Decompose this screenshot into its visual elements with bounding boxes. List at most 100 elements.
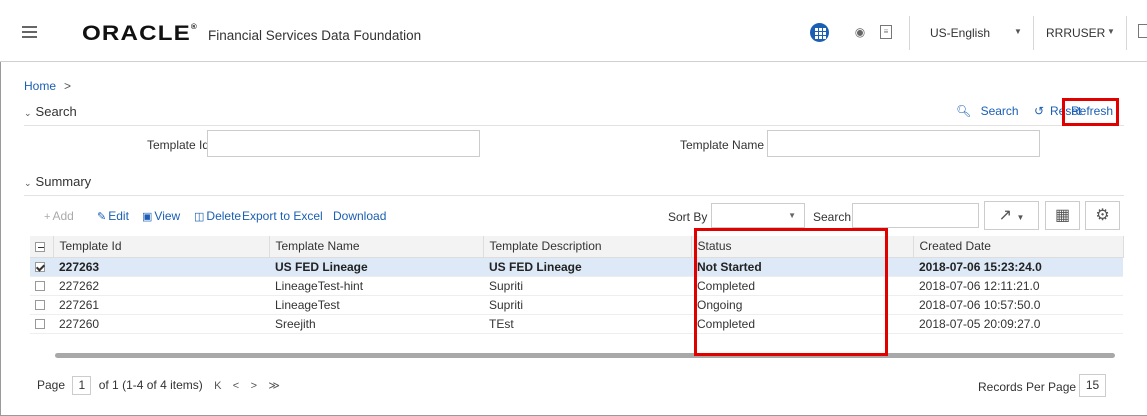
edit-button[interactable]: ✎ Edit <box>97 209 129 223</box>
row-checkbox-cell[interactable] <box>30 257 53 277</box>
view-icon: ▣ <box>142 211 153 223</box>
row-checkbox-cell[interactable] <box>30 314 53 334</box>
column-header[interactable]: Created Date <box>913 236 1124 258</box>
export-to-excel-button[interactable]: Export to Excel <box>242 209 323 223</box>
search-link[interactable]: 🔍︎ Search <box>956 104 1025 118</box>
reset-icon: ↺ <box>1033 104 1045 118</box>
export-menu-button[interactable]: ↗ ▼ <box>984 201 1039 230</box>
row-checkbox[interactable] <box>35 281 45 292</box>
template-grid: Template Id Template Name Template Descr… <box>30 236 1124 334</box>
chevron-down-icon: ▼ <box>1016 213 1025 222</box>
row-checkbox-cell[interactable] <box>30 295 53 315</box>
template-description-cell: US FED Lineage <box>483 257 691 277</box>
page-info: of 1 (1-4 of 4 items) <box>98 378 203 392</box>
row-checkbox-cell[interactable] <box>30 276 53 296</box>
template-name-cell: LineageTest-hint <box>269 276 483 296</box>
breadcrumb: Home > <box>24 79 71 93</box>
chevron-down-icon[interactable]: ▼ <box>1107 27 1115 36</box>
table-row[interactable]: 227261 LineageTest Supriti Ongoing 2018-… <box>30 295 1123 315</box>
user-menu[interactable]: RRRUSER <box>1046 26 1105 40</box>
template-description-cell: Supriti <box>483 276 691 296</box>
page-label: Page <box>37 378 66 392</box>
row-checkbox[interactable] <box>35 262 45 273</box>
view-button[interactable]: ▣ View <box>142 209 180 223</box>
page-number-input[interactable]: 1 <box>72 376 92 395</box>
download-button[interactable]: Download <box>333 209 386 223</box>
plus-icon: + <box>44 211 51 223</box>
column-header[interactable]: Template Description <box>483 236 692 258</box>
previous-page-icon[interactable]: < <box>233 380 239 392</box>
sort-by-label: Sort By <box>668 210 708 224</box>
delete-button[interactable]: ◫ Delete <box>194 209 241 223</box>
status-highlight-box <box>694 228 888 356</box>
template-name-cell: LineageTest <box>269 295 483 315</box>
column-settings-button[interactable]: ▦ <box>1045 201 1080 230</box>
template-name-cell: US FED Lineage <box>269 257 483 277</box>
sort-by-select[interactable]: ▼ <box>711 203 805 228</box>
select-all-cell[interactable] <box>30 236 54 258</box>
summary-section-title: Summary <box>35 174 92 189</box>
oracle-logo: ORACLE® <box>82 22 198 45</box>
template-name-label: Template Name <box>680 138 765 152</box>
created-date-cell: 2018-07-06 10:57:50.0 <box>913 295 1123 315</box>
first-page-icon[interactable]: K <box>214 380 221 392</box>
chevron-down-icon[interactable]: ⌄ <box>24 108 32 118</box>
template-id-cell: 227260 <box>53 314 269 334</box>
breadcrumb-home[interactable]: Home <box>24 79 56 93</box>
template-id-cell: 227263 <box>53 257 269 277</box>
created-date-cell: 2018-07-06 15:23:24.0 <box>913 257 1123 277</box>
template-description-cell: Supriti <box>483 295 691 315</box>
section-divider <box>24 195 1124 196</box>
refresh-link[interactable]: Refresh <box>1071 104 1113 118</box>
chevron-down-icon[interactable]: ⌄ <box>24 178 32 188</box>
add-button[interactable]: + Add <box>44 209 74 223</box>
template-id-input[interactable] <box>207 130 480 157</box>
search-icon: 🔍︎ <box>956 104 972 118</box>
horizontal-scrollbar[interactable] <box>55 353 1115 358</box>
template-id-cell: 227262 <box>53 276 269 296</box>
template-name-input[interactable] <box>767 130 1040 157</box>
section-divider <box>24 125 1124 126</box>
created-date-cell: 2018-07-05 20:09:27.0 <box>913 314 1123 334</box>
table-row[interactable]: 227262 LineageTest-hint Supriti Complete… <box>30 276 1123 296</box>
edit-icon: ✎ <box>97 211 107 223</box>
template-description-cell: TEst <box>483 314 691 334</box>
chevron-down-icon: ▼ <box>788 211 796 220</box>
table-row[interactable]: 227260 Sreejith TEst Completed 2018-07-0… <box>30 314 1123 334</box>
table-row[interactable]: 227263 US FED Lineage US FED Lineage Not… <box>30 257 1123 277</box>
records-per-page-input[interactable]: 15 <box>1079 374 1106 397</box>
template-id-label: Template Id <box>147 138 210 152</box>
select-all-checkbox[interactable] <box>35 242 45 253</box>
apps-grid-icon[interactable] <box>810 23 829 42</box>
last-page-icon[interactable]: ≫ <box>268 380 280 392</box>
template-name-cell: Sreejith <box>269 314 483 334</box>
grid-search-input[interactable] <box>852 203 979 228</box>
search-section-header[interactable]: ⌄ Search <box>24 104 77 119</box>
search-section-title: Search <box>35 104 77 119</box>
column-header[interactable]: Template Name <box>269 236 484 258</box>
book-icon[interactable]: ≡ <box>880 25 892 39</box>
header-divider <box>1126 16 1127 50</box>
summary-section-header[interactable]: ⌄ Summary <box>24 174 91 189</box>
gear-icon: ⚙ <box>1095 207 1110 224</box>
app-header: ORACLE® Financial Services Data Foundati… <box>0 0 1147 62</box>
header-divider <box>909 16 910 50</box>
product-title: Financial Services Data Foundation <box>208 28 422 43</box>
window-icon[interactable] <box>1138 24 1147 38</box>
share-icon: ↗ <box>998 207 1013 224</box>
chevron-down-icon[interactable]: ▼ <box>1014 27 1022 36</box>
language-selector[interactable]: US-English <box>930 26 990 40</box>
trash-icon: ◫ <box>194 211 205 223</box>
bug-icon[interactable]: ◉ <box>853 25 867 39</box>
table-header-row: Template Id Template Name Template Descr… <box>30 236 1124 258</box>
created-date-cell: 2018-07-06 12:11:21.0 <box>913 276 1123 296</box>
pagination: Page 1 of 1 (1-4 of 4 items) K < > ≫ <box>37 376 280 395</box>
row-checkbox[interactable] <box>35 300 45 311</box>
row-checkbox[interactable] <box>35 319 45 330</box>
hamburger-menu-icon[interactable] <box>22 26 37 38</box>
reset-grid-button[interactable]: ⚙ <box>1085 201 1120 230</box>
grid-settings-icon: ▦ <box>1054 207 1071 224</box>
next-page-icon[interactable]: > <box>251 380 257 392</box>
breadcrumb-separator: > <box>64 79 72 93</box>
column-header[interactable]: Template Id <box>53 236 270 258</box>
